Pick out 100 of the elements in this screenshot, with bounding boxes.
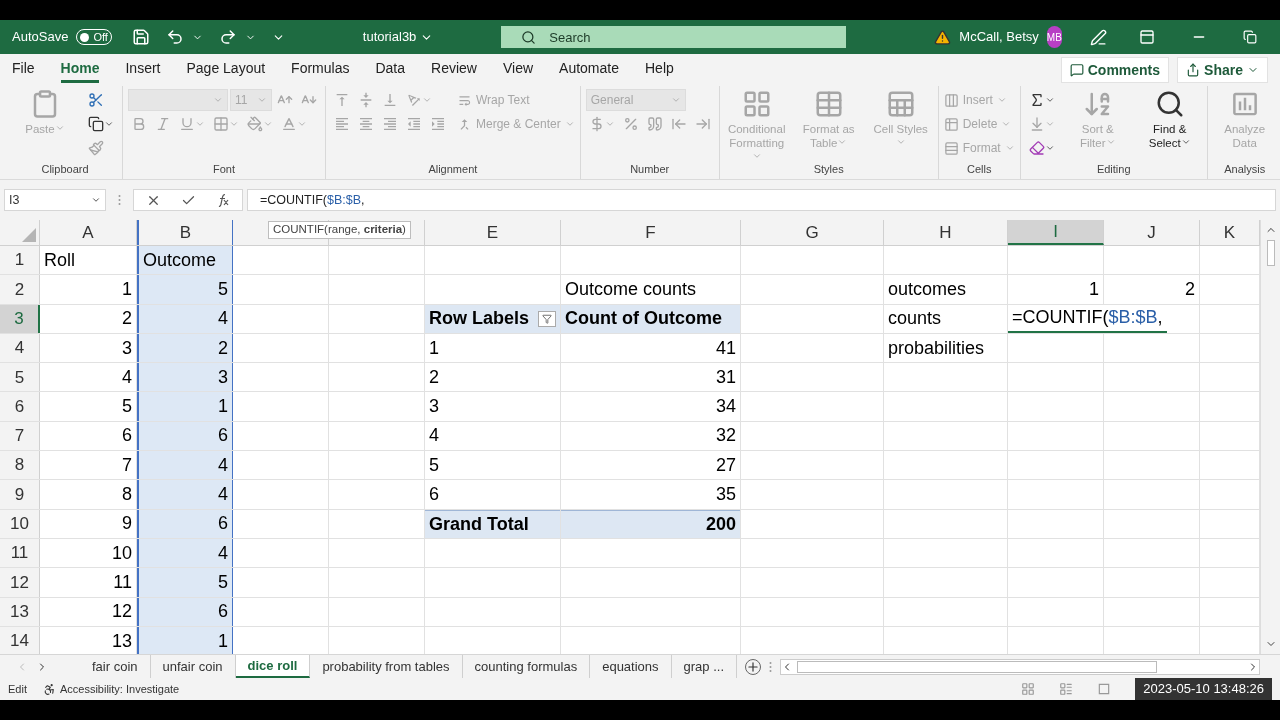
function-tooltip: COUNTIF(range, criteria): [268, 221, 411, 239]
ribbon-button[interactable]: Find & Select: [1137, 89, 1202, 150]
row-header[interactable]: 6: [0, 392, 40, 421]
group-label: Number: [629, 162, 671, 177]
menu-tab[interactable]: Review: [431, 57, 477, 83]
cell-value: 2: [1184, 277, 1196, 301]
cell-text: counts: [887, 307, 943, 331]
menu-tab[interactable]: Formulas: [291, 57, 350, 83]
menu-tab[interactable]: Help: [645, 57, 674, 83]
row-header[interactable]: 7: [0, 421, 40, 451]
menu-tab[interactable]: File: [12, 57, 35, 83]
row-header[interactable]: 5: [0, 363, 40, 392]
cell-value: 6: [121, 424, 133, 448]
cell-value: 5: [217, 277, 229, 301]
pivot-total-label: Grand Total: [425, 509, 560, 538]
row-header[interactable]: 2: [0, 275, 40, 304]
cell-text: Outcome: [142, 248, 218, 272]
menu-tab[interactable]: Data: [375, 57, 406, 83]
column-header[interactable]: A: [40, 220, 137, 245]
row-header[interactable]: 4: [0, 333, 40, 363]
pivot-header: Row Labels: [428, 307, 531, 331]
column-header[interactable]: J: [1104, 220, 1200, 245]
cell-text: 1: [428, 336, 440, 360]
column-header[interactable]: G: [741, 220, 884, 245]
column-header[interactable]: F: [561, 220, 741, 245]
share-button[interactable]: Share: [1177, 57, 1268, 83]
cell-value: 1: [217, 395, 229, 419]
cell-value: 4: [121, 365, 133, 389]
row-header[interactable]: 3: [0, 304, 40, 333]
pivot-header: Count of Outcome: [561, 304, 740, 333]
autosave-label: AutoSave: [12, 28, 69, 47]
column-header[interactable]: E: [425, 220, 561, 245]
cell-value: 34: [714, 395, 737, 419]
row-header[interactable]: 9: [0, 480, 40, 509]
status-mode: Edit: [8, 681, 27, 697]
cell-value: 32: [714, 424, 737, 448]
cell-value: 6: [217, 600, 229, 624]
cell-value: 4: [217, 541, 229, 565]
row-header[interactable]: 14: [0, 626, 40, 654]
accessibility-button[interactable]: Accessibility: Investigate: [42, 680, 180, 698]
cell-value: 35: [714, 483, 737, 506]
cell-text: outcomes: [887, 277, 968, 301]
formula-field[interactable]: =COUNTIF($B:$B,: [247, 189, 1276, 211]
comments-button[interactable]: Comments: [1060, 57, 1170, 83]
row-header[interactable]: 1: [0, 246, 40, 275]
menu-tab[interactable]: Insert: [125, 57, 161, 83]
cell-value: 5: [121, 395, 133, 419]
group-label: Styles: [812, 162, 845, 177]
cell-text: probabilities: [887, 336, 986, 360]
active-cell-editor[interactable]: =COUNTIF($B:$B,: [1008, 304, 1167, 333]
cell-value: 2: [217, 336, 229, 360]
column-header[interactable]: I: [1008, 220, 1104, 245]
menu-tab[interactable]: View: [502, 57, 534, 83]
cell-value: 13: [110, 629, 133, 653]
cell-text: 5: [428, 453, 440, 477]
group-label: Analysis: [1223, 162, 1267, 177]
row-header[interactable]: 8: [0, 451, 40, 480]
cell-value: 4: [217, 307, 229, 331]
cell-text: 2: [428, 365, 440, 389]
cell-value: 11: [112, 570, 133, 594]
group-label: Font: [212, 162, 236, 177]
row-header[interactable]: 11: [0, 538, 40, 568]
cell-value: 1: [1088, 277, 1100, 301]
cell-text: 6: [428, 483, 440, 506]
sheet-tab[interactable]: dice roll: [235, 655, 311, 678]
cell-value: 3: [121, 336, 133, 360]
cell-value: 4: [217, 453, 229, 477]
cell-value: 7: [121, 453, 133, 477]
search-field[interactable]: Search: [501, 26, 847, 48]
timestamp: 2023-05-10 13:48:26: [1135, 678, 1272, 700]
cell-value: 6: [217, 512, 229, 536]
group-label: Cells: [966, 162, 993, 177]
cell-text: 3: [428, 395, 440, 419]
row-header[interactable]: 10: [0, 509, 40, 538]
cell-value: 3: [217, 365, 229, 389]
cell-value: 31: [714, 365, 737, 389]
row-header[interactable]: 12: [0, 568, 40, 597]
cell-value: 6: [217, 424, 229, 448]
name-box[interactable]: I3: [4, 189, 106, 211]
cell-value: 2: [121, 307, 133, 331]
group-label: Clipboard: [40, 162, 90, 177]
cell-value: 5: [217, 570, 229, 594]
user-name: McCall, Betsy: [959, 28, 1039, 47]
cell-value: 10: [110, 541, 133, 565]
file-name[interactable]: tutorial3b: [362, 27, 434, 47]
group-label: Editing: [1095, 162, 1132, 177]
row-header[interactable]: 13: [0, 597, 40, 626]
cell-value: 27: [714, 453, 737, 477]
pivot-total-value: 200: [561, 509, 740, 538]
avatar[interactable]: MB: [1046, 26, 1062, 48]
cell-value: 1: [121, 277, 133, 301]
cell-value: 4: [217, 483, 229, 506]
cell-text: Roll: [43, 248, 76, 272]
menu-tab[interactable]: Home: [60, 57, 100, 83]
cell-value: 12: [110, 600, 133, 624]
cell-text: 4: [428, 424, 440, 448]
menu-tab[interactable]: Page Layout: [186, 57, 266, 83]
cell-value: 41: [714, 336, 737, 360]
cell-text: Outcome counts: [564, 277, 698, 301]
menu-tab[interactable]: Automate: [559, 57, 619, 83]
